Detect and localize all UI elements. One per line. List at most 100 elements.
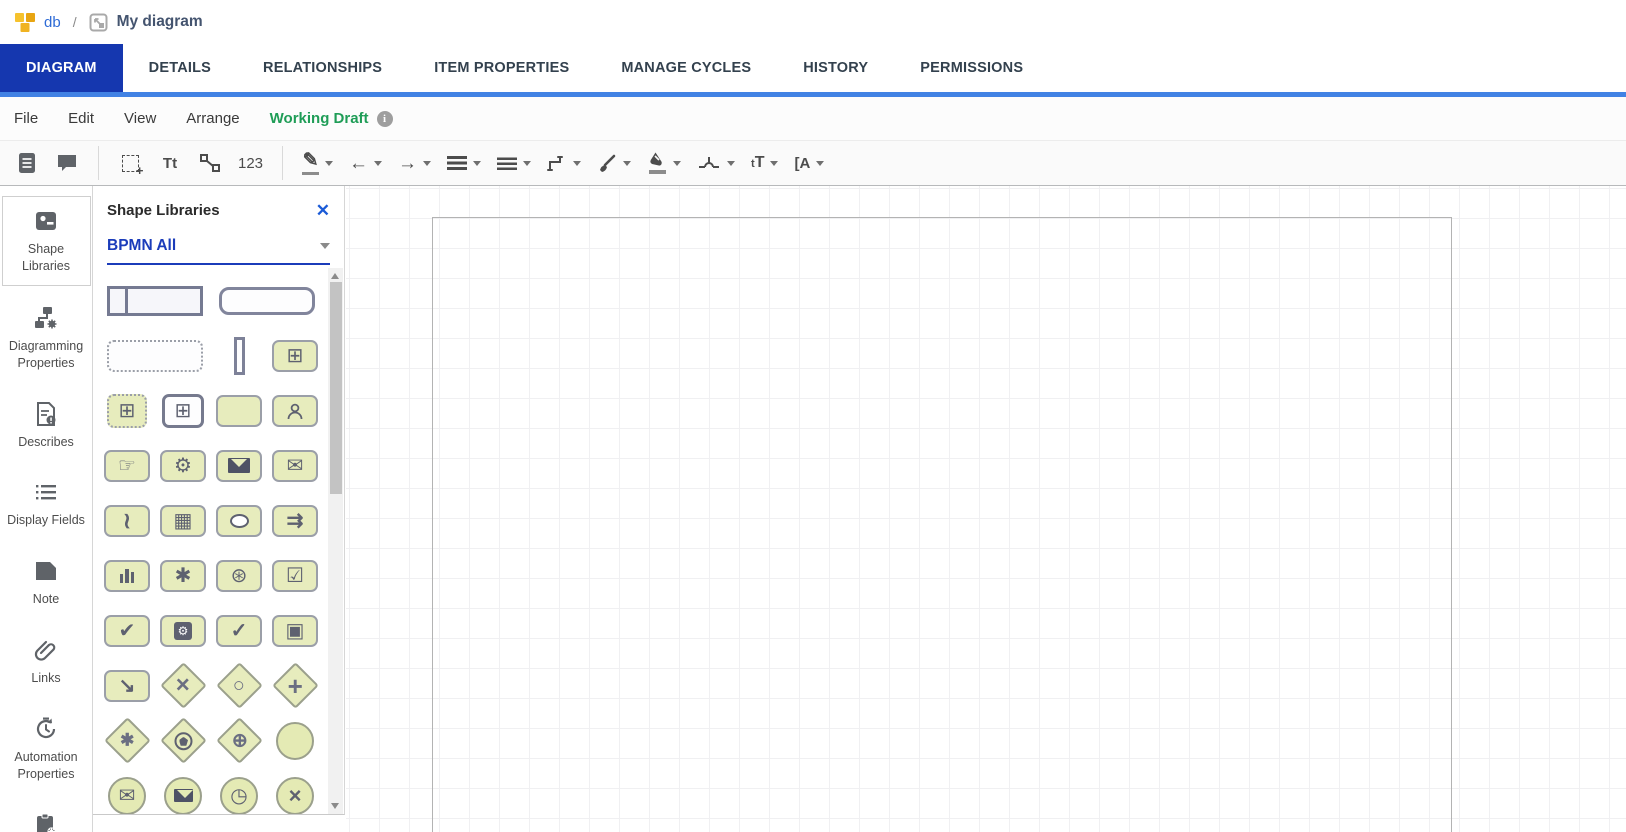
tab-item-properties[interactable]: ITEM PROPERTIES <box>408 44 595 92</box>
shape-multi-approved-task[interactable]: ▣ <box>267 603 323 658</box>
shape-receive-message-task[interactable] <box>211 493 267 548</box>
shape-approved-task[interactable]: ☑ <box>267 548 323 603</box>
shape-pool[interactable] <box>99 273 211 328</box>
tab-details[interactable]: DETAILS <box>123 44 237 92</box>
sidebar-item-shape-libraries[interactable]: Shape Libraries <box>1 196 91 286</box>
shape-event-gateway[interactable] <box>155 713 211 768</box>
line-weight-button[interactable] <box>442 146 486 180</box>
shape-parallel-event-gateway[interactable]: ⊕ <box>211 713 267 768</box>
shape-subprocess[interactable]: ⊞ <box>267 328 323 383</box>
menu-view[interactable]: View <box>124 110 156 127</box>
tab-diagram[interactable]: DIAGRAM <box>0 44 123 92</box>
close-icon[interactable]: ✕ <box>316 202 330 219</box>
shape-complex-gateway[interactable]: ✱ <box>99 713 155 768</box>
line-style-button[interactable] <box>492 146 536 180</box>
scrollbar-thumb[interactable] <box>329 282 342 494</box>
shape-accepted-task[interactable]: ✓ <box>211 603 267 658</box>
comments-button[interactable] <box>50 146 84 180</box>
tab-history[interactable]: HISTORY <box>777 44 894 92</box>
fill-color-button[interactable] <box>642 146 686 180</box>
shape-business-rule-task[interactable]: ▦ <box>155 493 211 548</box>
shape-send-task[interactable] <box>211 438 267 493</box>
sidebar-item-note[interactable]: Note <box>2 547 91 618</box>
shape-task[interactable] <box>211 383 267 438</box>
tab-permissions[interactable]: PERMISSIONS <box>894 44 1049 92</box>
line-color-button[interactable]: ✎ <box>297 146 338 180</box>
font-style-button[interactable]: [A <box>789 146 829 180</box>
line-jumps-button[interactable] <box>692 146 740 180</box>
menu-arrange[interactable]: Arrange <box>186 110 239 127</box>
connector-button[interactable] <box>193 146 227 180</box>
menu-bar: File Edit View Arrange Working Draft i <box>0 97 1626 141</box>
shape-event-subprocess[interactable]: ⊞ <box>99 383 155 438</box>
shape-framed-service-task[interactable]: ⚙ <box>155 603 211 658</box>
select-area-button[interactable]: + <box>113 146 147 180</box>
arrow-end-button[interactable]: → <box>393 146 436 180</box>
chevron-down-icon <box>320 243 330 249</box>
tab-manage-cycles[interactable]: MANAGE CYCLES <box>595 44 777 92</box>
toolbar-separator <box>98 146 99 180</box>
shape-multiple-event[interactable]: × <box>267 768 323 814</box>
shape-wheel-task[interactable]: ⊛ <box>211 548 267 603</box>
page-view-button[interactable] <box>10 146 44 180</box>
arrow-end-icon: → <box>398 152 418 174</box>
fill-color-icon <box>647 152 667 174</box>
library-select[interactable]: BPMN All <box>107 237 330 265</box>
connector-style-button[interactable] <box>542 146 586 180</box>
sidebar-item-describes[interactable]: Describes <box>2 390 91 461</box>
line-weight-icon <box>447 156 468 170</box>
font-style-icon: [A <box>794 154 811 172</box>
sidebar-item-display-fields[interactable]: Display Fields <box>2 468 91 539</box>
sidebar-item-diagramming-properties[interactable]: Diagramming Properties <box>2 294 91 382</box>
sidebar-item-custom-properties[interactable]: Custom Properties <box>2 801 91 832</box>
sidebar-item-links[interactable]: Links <box>2 626 91 697</box>
shape-message-send-event[interactable] <box>155 768 211 814</box>
info-icon[interactable]: i <box>376 110 393 127</box>
panel-scrollbar[interactable] <box>328 268 343 814</box>
shape-forward-task[interactable]: ↘ <box>99 658 155 713</box>
tab-relationships[interactable]: RELATIONSHIPS <box>237 44 408 92</box>
scroll-down-icon[interactable] <box>331 803 339 809</box>
shape-parallel-gateway[interactable]: + <box>267 658 323 713</box>
shape-timer-event[interactable]: ◷ <box>211 768 267 814</box>
text-style-button[interactable]: Tt <box>153 146 187 180</box>
shape-service-task[interactable]: ⚙ <box>155 438 211 493</box>
shape-message-start-event[interactable]: ✉ <box>99 768 155 814</box>
shape-vertical-lane[interactable] <box>211 328 267 383</box>
shape-send-receive-task[interactable]: ⇉ <box>267 493 323 548</box>
shape-report-task[interactable] <box>99 548 155 603</box>
menu-edit[interactable]: Edit <box>68 110 94 127</box>
shape-exclusive-gateway[interactable]: × <box>155 658 211 713</box>
select-area-icon: + <box>121 154 144 178</box>
image-icon <box>36 212 56 230</box>
shape-call-activity[interactable]: ⊞ <box>155 383 211 438</box>
breadcrumb-workspace-link[interactable]: db <box>44 14 61 31</box>
menu-file[interactable]: File <box>14 110 38 127</box>
brush-button[interactable] <box>592 146 636 180</box>
shape-inclusive-gateway[interactable]: ○ <box>211 658 267 713</box>
shape-group[interactable] <box>99 328 211 383</box>
sidebar-item-label: Shape Libraries <box>22 242 70 273</box>
list-icon <box>36 485 56 500</box>
shape-gear-task[interactable]: ✱ <box>155 548 211 603</box>
shape-start-event[interactable] <box>267 713 323 768</box>
diagram-canvas[interactable] <box>346 186 1626 832</box>
shape-script-task[interactable]: ≀ <box>99 493 155 548</box>
clipboard-gear-icon <box>37 813 56 832</box>
shape-horizontal-pool[interactable] <box>211 273 323 328</box>
chevron-down-icon <box>374 160 383 166</box>
shape-library-panel: Shape Libraries ✕ BPMN All ⊞ ⊞ ⊞ ☞ ⚙ ✉ ≀… <box>93 186 345 815</box>
shape-manual-task[interactable]: ☞ <box>99 438 155 493</box>
shape-checklist-task[interactable]: ✔ <box>99 603 155 658</box>
shape-user-task[interactable] <box>267 383 323 438</box>
scroll-up-icon[interactable] <box>331 273 339 279</box>
panel-title: Shape Libraries <box>107 202 220 219</box>
font-size-button[interactable]: tT <box>746 146 783 180</box>
shape-receive-task[interactable]: ✉ <box>267 438 323 493</box>
sidebar-item-label: Automation Properties <box>14 750 78 781</box>
sidebar-item-label: Note <box>32 592 60 607</box>
arrow-start-button[interactable]: ← <box>344 146 387 180</box>
note-icon <box>36 562 56 581</box>
numbering-button[interactable]: 123 <box>233 146 268 180</box>
sidebar-item-automation-properties[interactable]: Automation Properties <box>2 705 91 793</box>
